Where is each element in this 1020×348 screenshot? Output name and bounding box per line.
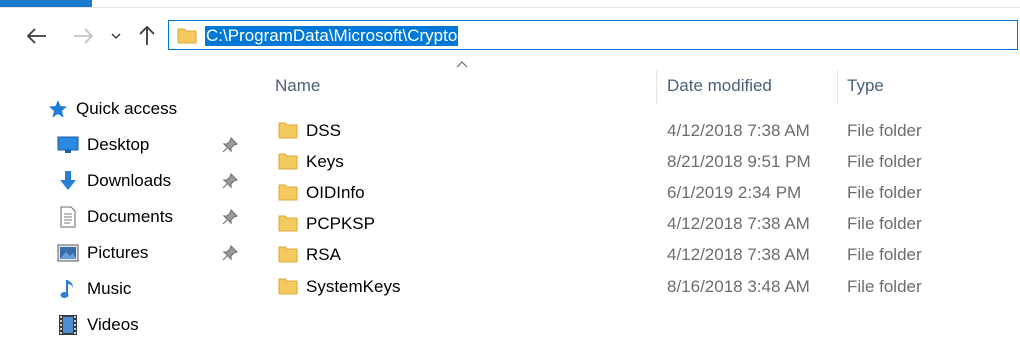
file-row[interactable]: SystemKeys 8/16/2018 3:48 AM File folder — [258, 271, 1020, 302]
pin-icon[interactable] — [222, 245, 238, 261]
file-type: File folder — [847, 183, 922, 202]
sidebar-item-desktop[interactable]: Desktop — [57, 131, 149, 159]
up-button[interactable] — [134, 22, 160, 50]
file-date: 8/16/2018 3:48 AM — [667, 277, 810, 296]
videos-icon — [57, 314, 79, 336]
file-type: File folder — [847, 245, 922, 264]
sidebar-item-documents[interactable]: Documents — [57, 203, 173, 231]
file-type: File folder — [847, 277, 922, 296]
navigation-bar: C:\ProgramData\Microsoft\Crypto — [0, 8, 1020, 64]
pictures-icon — [57, 242, 79, 264]
sidebar-item-quick-access[interactable]: Quick access — [48, 95, 177, 123]
file-type: File folder — [847, 214, 922, 233]
window-top-strip — [0, 0, 1020, 8]
sidebar-item-label: Music — [87, 279, 132, 298]
column-header-date-modified[interactable]: Date modified — [667, 64, 772, 108]
file-list: Name Date modified Type DSS 4/12/2018 7:… — [258, 61, 1020, 348]
pin-icon[interactable] — [222, 173, 238, 189]
file-name: DSS — [306, 121, 341, 140]
file-date: 4/12/2018 7:38 AM — [667, 245, 810, 264]
music-icon — [57, 278, 79, 300]
desktop-icon — [57, 134, 79, 156]
arrow-left-icon — [27, 28, 46, 44]
column-header-type[interactable]: Type — [847, 64, 884, 108]
file-name: SystemKeys — [306, 277, 401, 296]
column-header-name[interactable]: Name — [275, 64, 320, 108]
file-row[interactable]: OIDInfo 6/1/2019 2:34 PM File folder — [258, 177, 1020, 208]
sidebar-item-music[interactable]: Music — [57, 275, 131, 303]
download-icon — [57, 170, 79, 192]
file-row[interactable]: RSA 4/12/2018 7:38 AM File folder — [258, 239, 1020, 270]
file-date: 8/21/2018 9:51 PM — [667, 152, 811, 171]
column-divider[interactable] — [837, 70, 838, 104]
folder-icon — [278, 122, 298, 139]
folder-icon — [278, 153, 298, 170]
file-type: File folder — [847, 152, 922, 171]
folder-icon — [278, 215, 298, 232]
recent-locations-button[interactable] — [108, 22, 124, 50]
file-date: 4/12/2018 7:38 AM — [667, 121, 810, 140]
pin-icon[interactable] — [222, 209, 238, 225]
folder-icon — [278, 184, 298, 201]
star-icon — [48, 98, 68, 120]
file-date: 4/12/2018 7:38 AM — [667, 214, 810, 233]
navigation-pane: Quick access Desktop Downloads Documents… — [0, 64, 258, 348]
sidebar-item-videos[interactable]: Videos — [57, 311, 139, 339]
file-name: Keys — [306, 152, 344, 171]
address-input[interactable]: C:\ProgramData\Microsoft\Crypto — [205, 26, 459, 46]
chevron-down-icon — [111, 33, 121, 40]
arrow-right-icon — [74, 28, 93, 44]
file-name: PCPKSP — [306, 214, 375, 233]
sidebar-item-label: Pictures — [87, 243, 149, 262]
column-divider[interactable] — [656, 70, 657, 104]
ribbon-tab-accent[interactable] — [0, 0, 92, 7]
sidebar-item-pictures[interactable]: Pictures — [57, 239, 148, 267]
sidebar-item-downloads[interactable]: Downloads — [57, 167, 171, 195]
file-name: RSA — [306, 245, 341, 264]
document-icon — [57, 206, 79, 228]
sidebar-item-label: Videos — [87, 315, 139, 334]
sidebar-item-label: Quick access — [76, 99, 178, 118]
file-row[interactable]: DSS 4/12/2018 7:38 AM File folder — [258, 115, 1020, 146]
folder-icon — [177, 28, 197, 44]
back-button[interactable] — [24, 22, 50, 50]
sort-ascending-caret-icon — [456, 61, 468, 68]
file-date: 6/1/2019 2:34 PM — [667, 183, 802, 202]
file-row[interactable]: PCPKSP 4/12/2018 7:38 AM File folder — [258, 208, 1020, 239]
sidebar-item-label: Desktop — [87, 135, 150, 154]
file-type: File folder — [847, 121, 922, 140]
file-name: OIDInfo — [306, 183, 365, 202]
arrow-up-icon — [139, 26, 155, 45]
forward-button[interactable] — [70, 22, 96, 50]
pin-icon[interactable] — [222, 137, 238, 153]
address-bar[interactable]: C:\ProgramData\Microsoft\Crypto — [168, 20, 1018, 50]
file-row[interactable]: Keys 8/21/2018 9:51 PM File folder — [258, 146, 1020, 177]
folder-icon — [278, 278, 298, 295]
sidebar-item-label: Documents — [87, 207, 173, 226]
folder-icon — [278, 246, 298, 263]
sidebar-item-label: Downloads — [87, 171, 172, 190]
